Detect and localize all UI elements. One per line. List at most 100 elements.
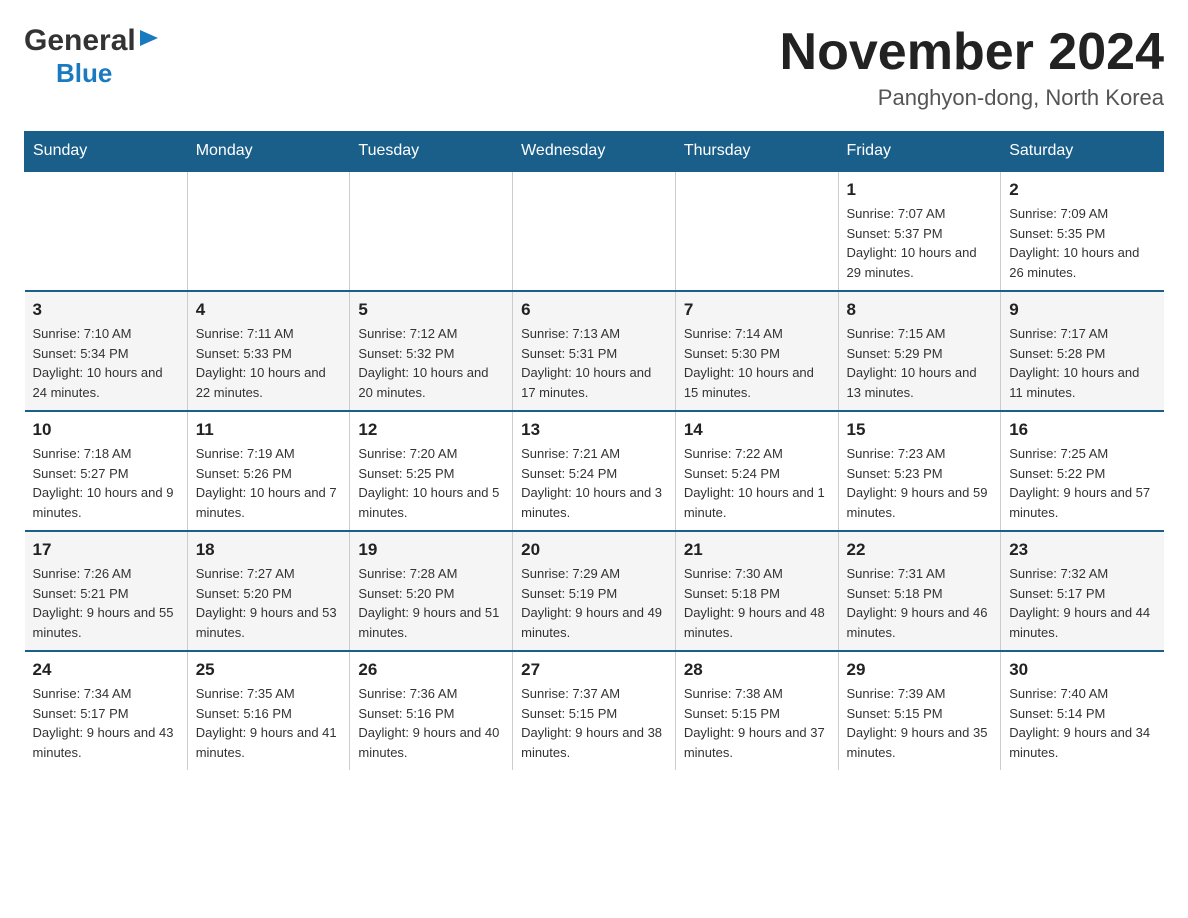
calendar-week-4: 17Sunrise: 7:26 AM Sunset: 5:21 PM Dayli… xyxy=(25,531,1164,651)
day-number: 22 xyxy=(847,540,993,560)
calendar-cell: 25 Sunrise: 7:35 AM Sunset: 5:16 PM Dayli… xyxy=(187,651,350,770)
calendar-cell: 30 Sunrise: 7:40 AM Sunset: 5:14 PM Dayli… xyxy=(1001,651,1164,770)
day-info: Sunrise: 7:19 AM Sunset: 5:26 PM Dayligh… xyxy=(196,444,342,522)
day-number: 14 xyxy=(684,420,830,440)
day-info: Sunrise: 7:18 AM Sunset: 5:27 PM Dayligh… xyxy=(33,444,179,522)
calendar-cell: 14 Sunrise: 7:22 AM Sunset: 5:24 PM Dayli… xyxy=(675,411,838,531)
day-number: 18 xyxy=(196,540,342,560)
day-info: Sunrise: 7:10 AM Sunset: 5:34 PM Dayligh… xyxy=(33,324,179,402)
day-number: 20 xyxy=(521,540,667,560)
day-info: Sunrise: 7:13 AM Sunset: 5:31 PM Dayligh… xyxy=(521,324,667,402)
day-info: Sunrise: 7:21 AM Sunset: 5:24 PM Dayligh… xyxy=(521,444,667,522)
day-number: 13 xyxy=(521,420,667,440)
day-info: Sunrise: 7:34 AM Sunset: 5:17 PM Dayligh… xyxy=(33,684,179,762)
calendar-cell: 15 Sunrise: 7:23 AM Sunset: 5:23 PM Dayli… xyxy=(838,411,1001,531)
calendar-week-1: 1 Sunrise: 7:07 AM Sunset: 5:37 PM Daylig… xyxy=(25,171,1164,291)
calendar-week-2: 3 Sunrise: 7:10 AM Sunset: 5:34 PM Daylig… xyxy=(25,291,1164,411)
day-number: 8 xyxy=(847,300,993,320)
calendar-cell xyxy=(350,171,513,291)
calendar-cell: 12 Sunrise: 7:20 AM Sunset: 5:25 PM Dayli… xyxy=(350,411,513,531)
day-number: 9 xyxy=(1009,300,1155,320)
calendar-cell: 29 Sunrise: 7:39 AM Sunset: 5:15 PM Dayli… xyxy=(838,651,1001,770)
day-header-thursday: Thursday xyxy=(675,132,838,172)
calendar-cell: 17Sunrise: 7:26 AM Sunset: 5:21 PM Dayli… xyxy=(25,531,188,651)
day-info: Sunrise: 7:15 AM Sunset: 5:29 PM Dayligh… xyxy=(847,324,993,402)
calendar-cell: 2 Sunrise: 7:09 AM Sunset: 5:35 PM Daylig… xyxy=(1001,171,1164,291)
calendar-cell: 20 Sunrise: 7:29 AM Sunset: 5:19 PM Dayli… xyxy=(513,531,676,651)
day-number: 6 xyxy=(521,300,667,320)
day-number: 7 xyxy=(684,300,830,320)
day-number: 1 xyxy=(847,180,993,200)
calendar-cell: 8 Sunrise: 7:15 AM Sunset: 5:29 PM Daylig… xyxy=(838,291,1001,411)
calendar-header: SundayMondayTuesdayWednesdayThursdayFrid… xyxy=(25,132,1164,172)
day-info: Sunrise: 7:23 AM Sunset: 5:23 PM Dayligh… xyxy=(847,444,993,522)
day-info: Sunrise: 7:11 AM Sunset: 5:33 PM Dayligh… xyxy=(196,324,342,402)
day-number: 24 xyxy=(33,660,179,680)
logo-blue: Blue xyxy=(56,58,112,89)
day-info: Sunrise: 7:22 AM Sunset: 5:24 PM Dayligh… xyxy=(684,444,830,522)
calendar-week-3: 10 Sunrise: 7:18 AM Sunset: 5:27 PM Dayli… xyxy=(25,411,1164,531)
day-header-saturday: Saturday xyxy=(1001,132,1164,172)
day-number: 2 xyxy=(1009,180,1155,200)
page-header: General Blue November 2024 Panghyon-dong… xyxy=(24,24,1164,111)
day-info: Sunrise: 7:12 AM Sunset: 5:32 PM Dayligh… xyxy=(358,324,504,402)
calendar-cell: 16Sunrise: 7:25 AM Sunset: 5:22 PM Dayli… xyxy=(1001,411,1164,531)
day-header-wednesday: Wednesday xyxy=(513,132,676,172)
day-info: Sunrise: 7:27 AM Sunset: 5:20 PM Dayligh… xyxy=(196,564,342,642)
calendar-cell: 11 Sunrise: 7:19 AM Sunset: 5:26 PM Dayli… xyxy=(187,411,350,531)
calendar-cell xyxy=(187,171,350,291)
calendar-table: SundayMondayTuesdayWednesdayThursdayFrid… xyxy=(24,131,1164,770)
day-info: Sunrise: 7:25 AM Sunset: 5:22 PM Dayligh… xyxy=(1009,444,1155,522)
day-info: Sunrise: 7:31 AM Sunset: 5:18 PM Dayligh… xyxy=(847,564,993,642)
logo-triangle-icon xyxy=(138,30,160,53)
day-number: 29 xyxy=(847,660,993,680)
day-info: Sunrise: 7:17 AM Sunset: 5:28 PM Dayligh… xyxy=(1009,324,1155,402)
calendar-cell: 4Sunrise: 7:11 AM Sunset: 5:33 PM Daylig… xyxy=(187,291,350,411)
day-info: Sunrise: 7:32 AM Sunset: 5:17 PM Dayligh… xyxy=(1009,564,1155,642)
calendar-cell: 21Sunrise: 7:30 AM Sunset: 5:18 PM Dayli… xyxy=(675,531,838,651)
logo: General Blue xyxy=(24,24,160,89)
day-number: 30 xyxy=(1009,660,1155,680)
calendar-cell: 9 Sunrise: 7:17 AM Sunset: 5:28 PM Daylig… xyxy=(1001,291,1164,411)
day-info: Sunrise: 7:37 AM Sunset: 5:15 PM Dayligh… xyxy=(521,684,667,762)
day-number: 12 xyxy=(358,420,504,440)
day-number: 11 xyxy=(196,420,342,440)
calendar-cell: 28Sunrise: 7:38 AM Sunset: 5:15 PM Dayli… xyxy=(675,651,838,770)
day-info: Sunrise: 7:29 AM Sunset: 5:19 PM Dayligh… xyxy=(521,564,667,642)
calendar-cell: 18 Sunrise: 7:27 AM Sunset: 5:20 PM Dayli… xyxy=(187,531,350,651)
day-number: 27 xyxy=(521,660,667,680)
day-number: 23 xyxy=(1009,540,1155,560)
day-number: 10 xyxy=(33,420,179,440)
day-header-friday: Friday xyxy=(838,132,1001,172)
title-block: November 2024 Panghyon-dong, North Korea xyxy=(780,24,1164,111)
day-info: Sunrise: 7:28 AM Sunset: 5:20 PM Dayligh… xyxy=(358,564,504,642)
day-number: 28 xyxy=(684,660,830,680)
logo-general: General xyxy=(24,24,136,58)
day-number: 15 xyxy=(847,420,993,440)
day-info: Sunrise: 7:09 AM Sunset: 5:35 PM Dayligh… xyxy=(1009,204,1155,282)
day-number: 21 xyxy=(684,540,830,560)
calendar-cell: 22 Sunrise: 7:31 AM Sunset: 5:18 PM Dayli… xyxy=(838,531,1001,651)
day-number: 5 xyxy=(358,300,504,320)
day-number: 26 xyxy=(358,660,504,680)
calendar-cell: 13 Sunrise: 7:21 AM Sunset: 5:24 PM Dayli… xyxy=(513,411,676,531)
calendar-cell: 19 Sunrise: 7:28 AM Sunset: 5:20 PM Dayli… xyxy=(350,531,513,651)
day-number: 19 xyxy=(358,540,504,560)
calendar-body: 1 Sunrise: 7:07 AM Sunset: 5:37 PM Daylig… xyxy=(25,171,1164,770)
calendar-cell: 23 Sunrise: 7:32 AM Sunset: 5:17 PM Dayli… xyxy=(1001,531,1164,651)
calendar-cell: 10 Sunrise: 7:18 AM Sunset: 5:27 PM Dayli… xyxy=(25,411,188,531)
calendar-cell xyxy=(25,171,188,291)
day-info: Sunrise: 7:40 AM Sunset: 5:14 PM Dayligh… xyxy=(1009,684,1155,762)
day-info: Sunrise: 7:39 AM Sunset: 5:15 PM Dayligh… xyxy=(847,684,993,762)
day-number: 3 xyxy=(33,300,179,320)
calendar-cell: 26Sunrise: 7:36 AM Sunset: 5:16 PM Dayli… xyxy=(350,651,513,770)
day-number: 25 xyxy=(196,660,342,680)
days-of-week-row: SundayMondayTuesdayWednesdayThursdayFrid… xyxy=(25,132,1164,172)
calendar-cell: 1 Sunrise: 7:07 AM Sunset: 5:37 PM Daylig… xyxy=(838,171,1001,291)
day-header-tuesday: Tuesday xyxy=(350,132,513,172)
calendar-week-5: 24 Sunrise: 7:34 AM Sunset: 5:17 PM Dayli… xyxy=(25,651,1164,770)
day-info: Sunrise: 7:35 AM Sunset: 5:16 PM Dayligh… xyxy=(196,684,342,762)
day-info: Sunrise: 7:07 AM Sunset: 5:37 PM Dayligh… xyxy=(847,204,993,282)
calendar-cell: 24 Sunrise: 7:34 AM Sunset: 5:17 PM Dayli… xyxy=(25,651,188,770)
day-info: Sunrise: 7:20 AM Sunset: 5:25 PM Dayligh… xyxy=(358,444,504,522)
